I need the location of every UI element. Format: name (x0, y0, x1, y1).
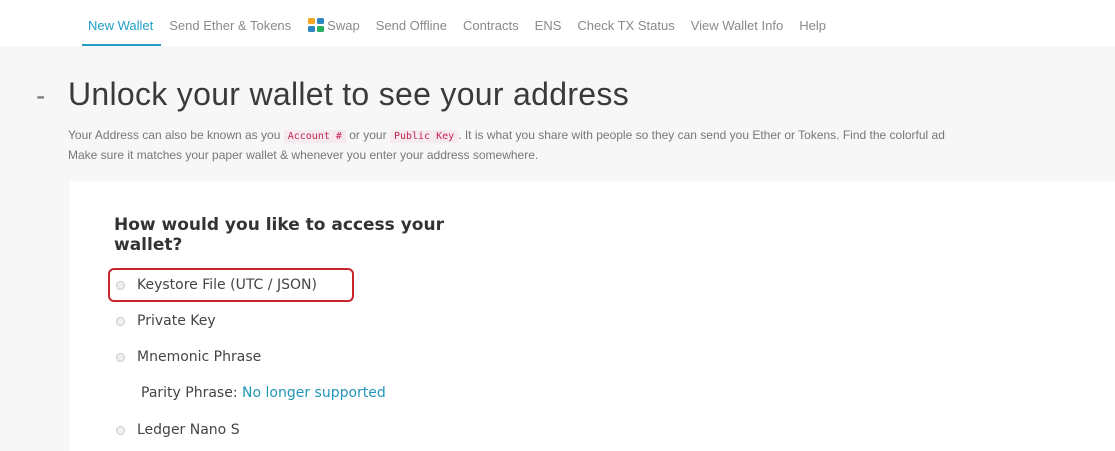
description-line-2: Make sure it matches your paper wallet &… (68, 148, 539, 162)
nav-send-offline[interactable]: Send Offline (368, 18, 455, 33)
radio-icon[interactable] (116, 316, 125, 326)
option-label: Private Key (137, 313, 216, 329)
nav-send-ether-tokens[interactable]: Send Ether & Tokens (161, 18, 299, 33)
nav-new-wallet[interactable]: New Wallet (80, 18, 162, 46)
top-nav: New Wallet Send Ether & Tokens Swap Send… (0, 0, 1115, 46)
access-question: How would you like to access your wallet… (114, 215, 444, 255)
nav-check-tx-status[interactable]: Check TX Status (569, 18, 682, 33)
description-text: Your Address can also be known as you (68, 128, 281, 142)
radio-icon[interactable] (116, 352, 125, 362)
nav-items: New Wallet Send Ether & Tokens Swap Send… (80, 17, 834, 46)
option-label: Ledger Nano S (137, 422, 240, 438)
title-row: - Unlock your wallet to see your address (36, 76, 629, 113)
parity-phrase-row: Parity Phrase: No longer supported (141, 385, 386, 401)
account-number-code: Account # (283, 130, 346, 143)
description-text: or your (349, 128, 387, 142)
parity-label: Parity Phrase: (141, 385, 238, 401)
nav-view-wallet-info[interactable]: View Wallet Info (683, 18, 792, 33)
collapse-toggle[interactable]: - (36, 80, 68, 112)
nav-swap[interactable]: Swap (299, 17, 368, 33)
nav-help[interactable]: Help (791, 18, 834, 33)
option-label: Keystore File (UTC / JSON) (137, 277, 317, 293)
option-keystore-file[interactable]: Keystore File (UTC / JSON) (116, 277, 317, 293)
option-mnemonic-phrase[interactable]: Mnemonic Phrase (116, 349, 261, 365)
option-label: Mnemonic Phrase (137, 349, 262, 365)
nav-ens[interactable]: ENS (527, 18, 570, 33)
description-text: . It is what you share with people so th… (458, 128, 945, 142)
page-title: Unlock your wallet to see your address (68, 76, 629, 112)
description-line-1: Your Address can also be known as you Ac… (68, 126, 1115, 146)
access-panel: How would you like to access your wallet… (70, 181, 1115, 451)
radio-icon[interactable] (116, 425, 125, 435)
public-key-code: Public Key (389, 130, 459, 143)
nav-contracts[interactable]: Contracts (455, 18, 527, 33)
swap-icon (308, 18, 325, 32)
parity-unsupported-link[interactable]: No longer supported (242, 385, 386, 401)
radio-icon[interactable] (116, 280, 125, 290)
option-private-key[interactable]: Private Key (116, 313, 216, 329)
option-ledger-nano-s[interactable]: Ledger Nano S (116, 422, 240, 438)
nav-swap-label: Swap (327, 18, 360, 33)
address-description: Your Address can also be known as you Ac… (68, 126, 1115, 164)
